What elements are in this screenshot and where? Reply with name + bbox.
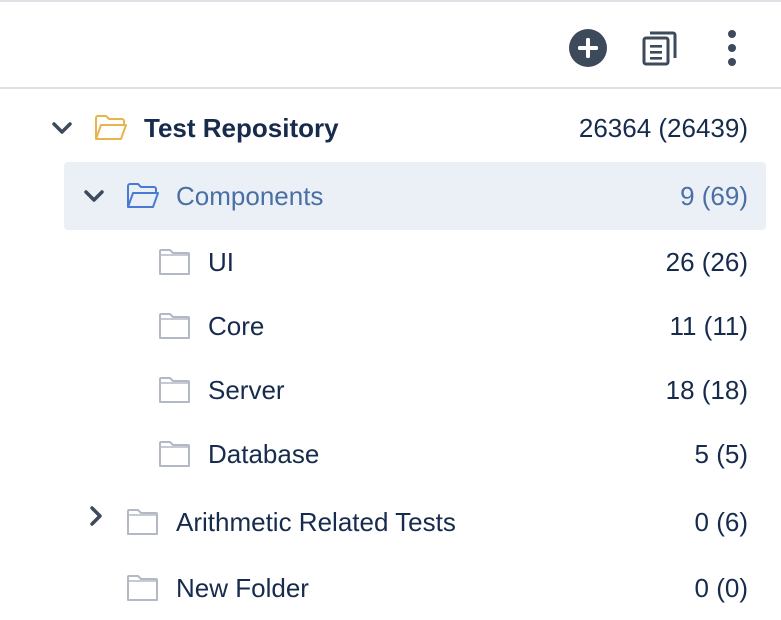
tree-count: 18 (18) [665,375,748,405]
tree-row-arithmetic-related-tests[interactable]: Arithmetic Related Tests 0 (6) [0,492,781,556]
tree-label: Server [208,375,285,405]
vertical-ellipsis-icon [728,30,736,66]
tree-row-components[interactable]: Components 9 (69) [0,162,781,230]
tree-label: UI [208,247,234,277]
tree-label: Database [208,439,320,469]
tree-label: Core [208,311,265,341]
tree-row-new-folder[interactable]: New Folder 0 (0) [0,556,781,620]
tree-count: 5 (5) [694,439,748,469]
tree-count: 26364 (26439) [578,113,748,143]
tree-count: 26 (26) [665,247,748,277]
more-options-button[interactable] [710,26,754,70]
folder-open-icon [95,115,127,140]
tree-label: Test Repository [144,113,339,143]
tree-count: 9 (69) [680,181,748,211]
chevron-right-icon[interactable] [84,504,108,528]
toolbar [0,2,781,89]
folder-icon [127,509,158,535]
tree-count: 0 (6) [694,507,748,537]
tree-row-server[interactable]: Server 18 (18) [0,360,781,424]
columns-button[interactable] [638,26,682,70]
folder-open-icon [127,183,159,208]
folder-icon [127,575,158,601]
tree-row-test-repository[interactable]: Test Repository 26364 (26439) [0,96,781,160]
tree-label: New Folder [176,573,309,603]
folder-icon [159,249,190,275]
chevron-down-icon[interactable] [50,116,74,140]
selection-highlight [64,162,766,230]
tree-count: 11 (11) [669,311,748,341]
tree-label: Components [176,181,324,211]
folder-icon [159,377,190,403]
folder-icon [159,313,190,339]
tree-row-ui[interactable]: UI 26 (26) [0,232,781,296]
plus-circle-icon [569,29,607,67]
tree-row-core[interactable]: Core 11 (11) [0,296,781,360]
tree-label: Arithmetic Related Tests [176,507,456,537]
folder-icon [159,441,190,467]
add-folder-button[interactable] [566,26,610,70]
stacked-pages-icon [642,31,677,66]
chevron-down-icon[interactable] [82,184,106,208]
tree-row-database[interactable]: Database 5 (5) [0,424,781,488]
tree-count: 0 (0) [694,573,748,603]
